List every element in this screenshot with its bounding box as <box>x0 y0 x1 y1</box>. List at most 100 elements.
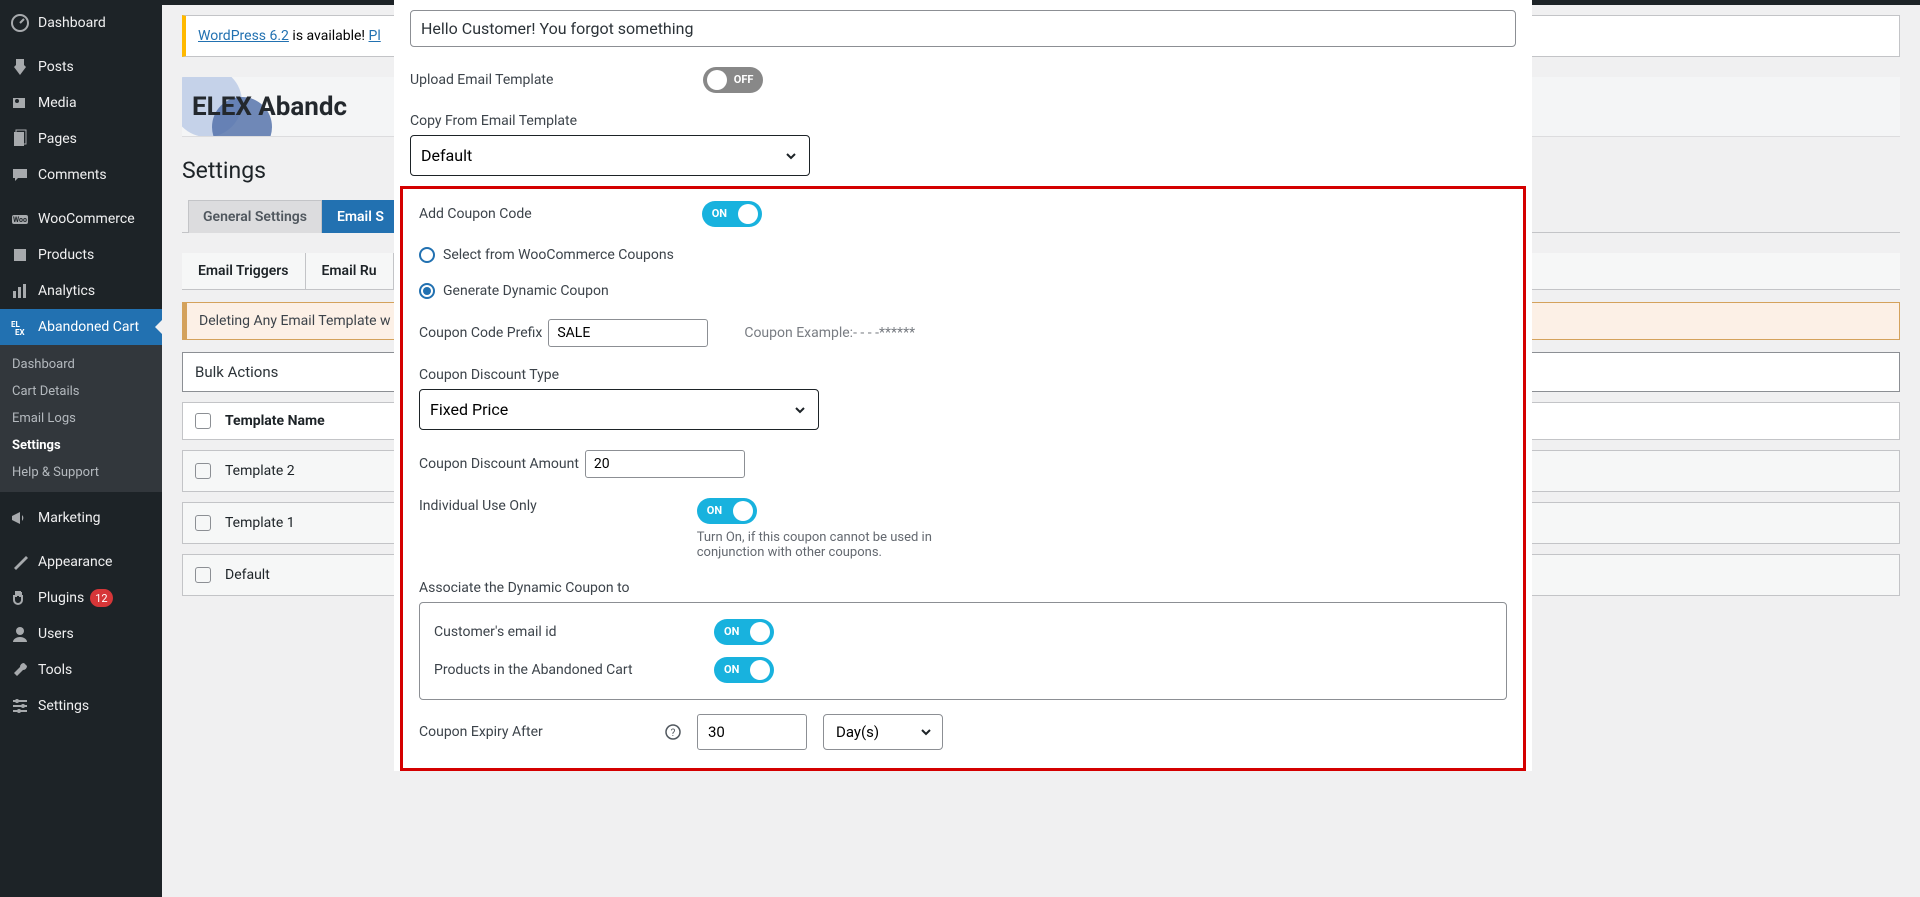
nav-comments-label: Comments <box>38 167 107 183</box>
nav-products-label: Products <box>38 247 94 263</box>
radio-woo-label: Select from WooCommerce Coupons <box>443 247 674 263</box>
individual-use-toggle[interactable]: ON <box>697 498 757 524</box>
coupon-prefix-input[interactable] <box>548 319 708 347</box>
elex-icon: ELEX <box>10 317 30 337</box>
nav-appearance[interactable]: Appearance <box>0 544 162 580</box>
radio-select-woo-coupon[interactable] <box>419 247 435 263</box>
svg-text:Woo: Woo <box>13 216 27 224</box>
brush-icon <box>10 552 30 572</box>
nav-settings[interactable]: Settings <box>0 688 162 724</box>
discount-type-select[interactable]: Fixed Price <box>419 389 819 430</box>
template-name-cell: Default <box>225 567 270 583</box>
nav-tools[interactable]: Tools <box>0 652 162 688</box>
assoc-products-label: Products in the Abandoned Cart <box>434 662 694 678</box>
nav-analytics-label: Analytics <box>38 283 95 299</box>
discount-amount-input[interactable] <box>585 450 745 478</box>
nav-appearance-label: Appearance <box>38 554 112 570</box>
tab-email-settings[interactable]: Email S <box>322 200 399 233</box>
add-coupon-label: Add Coupon Code <box>419 206 532 222</box>
copy-from-label: Copy From Email Template <box>410 113 577 129</box>
notice-available-text: is available! <box>289 28 369 44</box>
row-checkbox[interactable] <box>195 567 211 583</box>
expiry-label: Coupon Expiry After <box>419 724 649 740</box>
prefix-label: Coupon Code Prefix <box>419 325 542 341</box>
copy-from-select[interactable]: Default <box>410 135 810 176</box>
template-name-cell: Template 2 <box>225 463 295 479</box>
associate-label: Associate the Dynamic Coupon to <box>419 580 630 596</box>
assoc-products-toggle[interactable]: ON <box>714 657 774 683</box>
comment-icon <box>10 165 30 185</box>
assoc-email-label: Customer's email id <box>434 624 694 640</box>
upload-template-toggle[interactable]: OFF <box>703 67 763 93</box>
help-icon[interactable]: ? <box>665 724 681 740</box>
template-name-cell: Template 1 <box>225 515 295 531</box>
nav-settings-label: Settings <box>38 698 89 714</box>
admin-sidebar: Dashboard Posts Media Pages Comments Woo… <box>0 5 162 897</box>
row-checkbox[interactable] <box>195 515 211 531</box>
associate-box: Customer's email id ON Products in the A… <box>419 602 1507 700</box>
sliders-icon <box>10 696 30 716</box>
nav-dashboard-label: Dashboard <box>38 15 106 31</box>
nav-dashboard[interactable]: Dashboard <box>0 5 162 41</box>
nav-abandoned-label: Abandoned Cart <box>38 319 139 335</box>
nav-plugins[interactable]: Plugins 12 <box>0 580 162 616</box>
pages-icon <box>10 129 30 149</box>
discount-type-label: Coupon Discount Type <box>419 367 559 383</box>
please-update-link[interactable]: Pl <box>369 28 381 44</box>
nav-marketing[interactable]: Marketing <box>0 500 162 536</box>
submenu-cart-details[interactable]: Cart Details <box>0 378 162 405</box>
email-subject-input[interactable] <box>410 10 1516 47</box>
wordpress-version-link[interactable]: WordPress 6.2 <box>198 28 289 44</box>
megaphone-icon <box>10 508 30 528</box>
nav-posts[interactable]: Posts <box>0 49 162 85</box>
nav-users[interactable]: Users <box>0 616 162 652</box>
nav-woocommerce[interactable]: Woo WooCommerce <box>0 201 162 237</box>
nav-pages-label: Pages <box>38 131 77 147</box>
plugins-update-badge: 12 <box>90 589 112 607</box>
col-template-name: Template Name <box>225 413 325 429</box>
pin-icon <box>10 57 30 77</box>
select-all-checkbox[interactable] <box>195 413 211 429</box>
products-icon <box>10 245 30 265</box>
individual-use-label: Individual Use Only <box>419 498 537 514</box>
analytics-icon <box>10 281 30 301</box>
coupon-section-highlight: Add Coupon Code ON Select from WooCommer… <box>400 186 1526 771</box>
submenu-dashboard[interactable]: Dashboard <box>0 351 162 378</box>
submenu-email-logs[interactable]: Email Logs <box>0 405 162 432</box>
nav-media[interactable]: Media <box>0 85 162 121</box>
email-template-form: Upload Email Template OFF Copy From Emai… <box>394 0 1532 771</box>
coupon-example-text: Coupon Example:- - - -****** <box>744 325 915 341</box>
nav-comments[interactable]: Comments <box>0 157 162 193</box>
nav-plugins-label: Plugins <box>38 590 84 606</box>
submenu-settings[interactable]: Settings <box>0 432 162 459</box>
nav-abandoned-cart[interactable]: ELEX Abandoned Cart <box>0 309 162 345</box>
nav-products[interactable]: Products <box>0 237 162 273</box>
submenu-help[interactable]: Help & Support <box>0 459 162 486</box>
banner-title: ELEX Abandc <box>192 92 347 122</box>
svg-text:?: ? <box>671 728 676 739</box>
add-coupon-toggle[interactable]: ON <box>702 201 762 227</box>
subtab-rules[interactable]: Email Ru <box>306 253 394 289</box>
assoc-email-toggle[interactable]: ON <box>714 619 774 645</box>
nav-analytics[interactable]: Analytics <box>0 273 162 309</box>
wrench-icon <box>10 660 30 680</box>
expiry-value-input[interactable] <box>697 714 807 750</box>
upload-template-label: Upload Email Template <box>410 72 553 88</box>
nav-tools-label: Tools <box>38 662 72 678</box>
nav-media-label: Media <box>38 95 77 111</box>
nav-marketing-label: Marketing <box>38 510 101 526</box>
radio-generate-dynamic[interactable] <box>419 283 435 299</box>
radio-dynamic-label: Generate Dynamic Coupon <box>443 283 609 299</box>
nav-woocommerce-label: WooCommerce <box>38 211 135 227</box>
subtab-triggers[interactable]: Email Triggers <box>182 253 306 289</box>
nav-pages[interactable]: Pages <box>0 121 162 157</box>
nav-posts-label: Posts <box>38 59 74 75</box>
nav-users-label: Users <box>38 626 74 642</box>
row-checkbox[interactable] <box>195 463 211 479</box>
woo-icon: Woo <box>10 209 30 229</box>
svg-text:EX: EX <box>15 328 25 337</box>
tab-general[interactable]: General Settings <box>188 200 322 233</box>
expiry-unit-select[interactable]: Day(s) <box>823 714 943 750</box>
abandoned-cart-submenu: Dashboard Cart Details Email Logs Settin… <box>0 345 162 492</box>
media-icon <box>10 93 30 113</box>
